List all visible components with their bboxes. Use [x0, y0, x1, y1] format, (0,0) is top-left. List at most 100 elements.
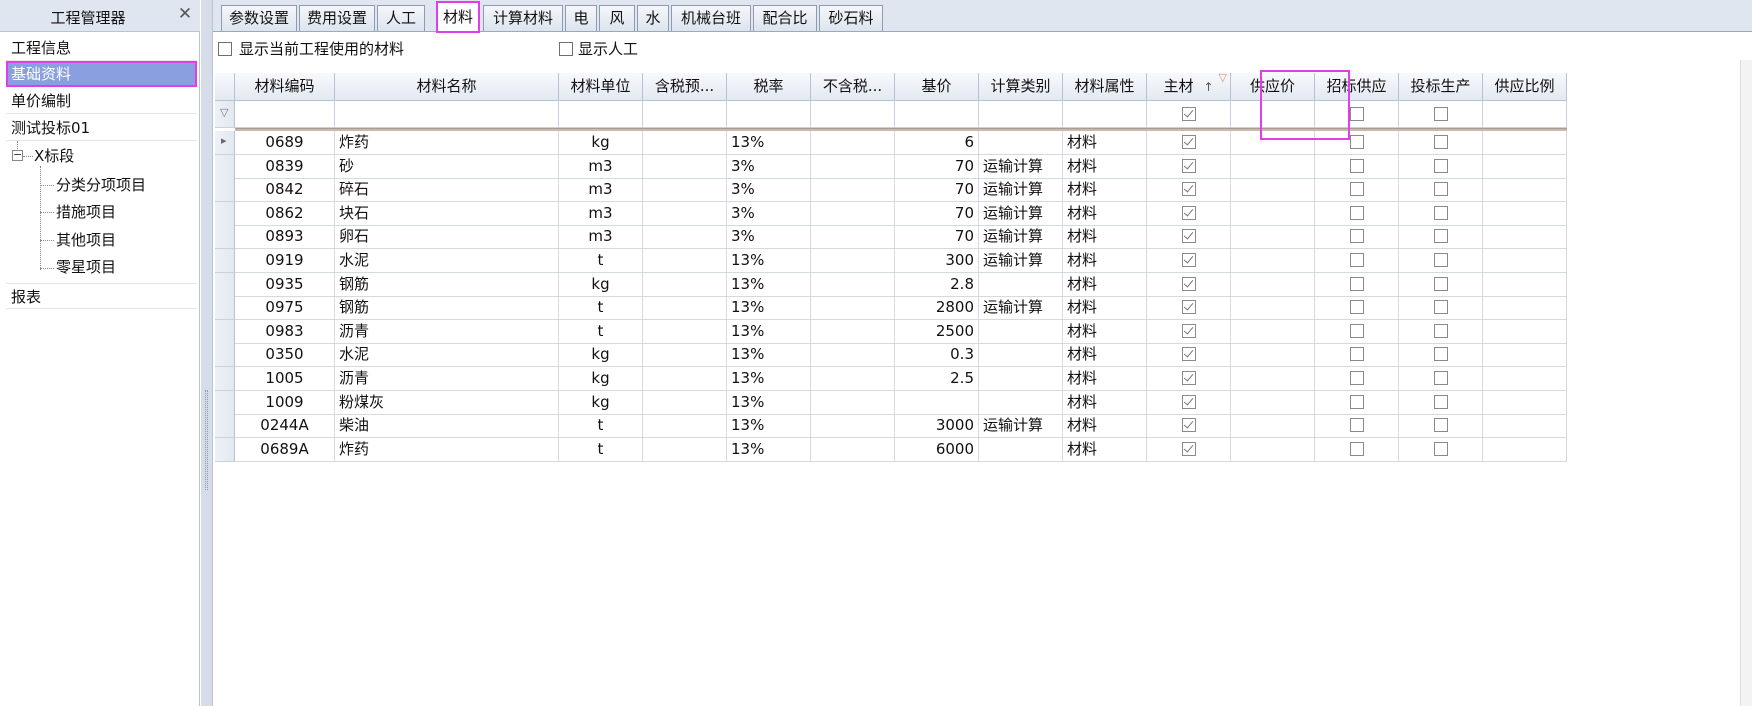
cell-tax-price[interactable]	[643, 178, 727, 202]
cell-ratio[interactable]	[1483, 320, 1567, 344]
cell-calc-type[interactable]: 运输计算	[979, 249, 1063, 273]
cell-base-price[interactable]: 2.5	[895, 367, 979, 391]
cell-no-tax[interactable]	[811, 131, 895, 155]
cell-name[interactable]: 沥青	[335, 320, 559, 344]
cell-supply-price[interactable]	[1231, 414, 1315, 438]
filter-checkbox[interactable]	[1182, 107, 1196, 121]
tree-node-sub-items[interactable]: 分类分项项目	[56, 172, 146, 198]
cell-base-price[interactable]: 70	[895, 155, 979, 179]
bid-production-checkbox[interactable]	[1434, 206, 1448, 220]
main-material-checkbox[interactable]	[1182, 253, 1196, 267]
cell-ratio[interactable]	[1483, 131, 1567, 155]
cell-supply-price[interactable]	[1231, 296, 1315, 320]
cell-base-price[interactable]: 70	[895, 225, 979, 249]
main-material-checkbox[interactable]	[1182, 395, 1196, 409]
filter-cell-tender-supply[interactable]	[1315, 101, 1399, 128]
tab-electricity[interactable]: 电	[565, 5, 597, 31]
cell-unit[interactable]: t	[559, 320, 643, 344]
cell-unit[interactable]: m3	[559, 155, 643, 179]
cell-attr[interactable]: 材料	[1063, 131, 1147, 155]
cell-unit[interactable]: kg	[559, 131, 643, 155]
cell-tax-rate[interactable]: 13%	[727, 438, 811, 462]
cell-base-price[interactable]: 3000	[895, 414, 979, 438]
nav-item-report[interactable]: 报表	[6, 283, 197, 309]
cell-code[interactable]: 0862	[235, 202, 335, 226]
cell-unit[interactable]: kg	[559, 273, 643, 297]
cell-code[interactable]: 0244A	[235, 414, 335, 438]
cell-base-price[interactable]	[895, 391, 979, 415]
cell-unit[interactable]: kg	[559, 343, 643, 367]
cell-no-tax[interactable]	[811, 273, 895, 297]
nav-item-base-data[interactable]: 基础资料	[6, 61, 197, 87]
filter-cell-base-price[interactable]	[895, 101, 979, 128]
tender-supply-checkbox[interactable]	[1350, 395, 1364, 409]
cell-ratio[interactable]	[1483, 367, 1567, 391]
tab-sand-gravel[interactable]: 砂石料	[819, 5, 883, 31]
cell-unit[interactable]: t	[559, 438, 643, 462]
cell-no-tax[interactable]	[811, 343, 895, 367]
cell-tax-rate[interactable]: 3%	[727, 225, 811, 249]
cell-no-tax[interactable]	[811, 155, 895, 179]
tree-node-misc[interactable]: 零星项目	[56, 254, 116, 280]
cell-no-tax[interactable]	[811, 438, 895, 462]
cell-supply-price[interactable]	[1231, 391, 1315, 415]
bid-production-checkbox[interactable]	[1434, 347, 1448, 361]
splitter-grip[interactable]	[205, 390, 208, 490]
cell-attr[interactable]: 材料	[1063, 249, 1147, 273]
cell-tax-price[interactable]	[643, 225, 727, 249]
cell-calc-type[interactable]: 运输计算	[979, 178, 1063, 202]
collapse-icon[interactable]: −	[12, 149, 23, 161]
tab-mix-ratio[interactable]: 配合比	[753, 5, 817, 31]
show-current-materials-checkbox[interactable]	[218, 42, 232, 56]
tender-supply-checkbox[interactable]	[1350, 206, 1364, 220]
cell-calc-type[interactable]	[979, 273, 1063, 297]
tender-supply-checkbox[interactable]	[1350, 300, 1364, 314]
cell-base-price[interactable]: 2800	[895, 296, 979, 320]
column-header-supply-price[interactable]: 供应价	[1231, 73, 1315, 101]
tender-supply-checkbox[interactable]	[1350, 277, 1364, 291]
cell-attr[interactable]: 材料	[1063, 438, 1147, 462]
cell-name[interactable]: 砂	[335, 155, 559, 179]
cell-ratio[interactable]	[1483, 273, 1567, 297]
cell-calc-type[interactable]: 运输计算	[979, 155, 1063, 179]
column-header-base-price[interactable]: 基价	[895, 73, 979, 101]
tab-water[interactable]: 水	[637, 5, 669, 31]
cell-code[interactable]: 0689	[235, 131, 335, 155]
cell-calc-type[interactable]	[979, 131, 1063, 155]
nav-item-project-info[interactable]: 工程信息	[6, 35, 197, 61]
cell-no-tax[interactable]	[811, 320, 895, 344]
bid-production-checkbox[interactable]	[1434, 300, 1448, 314]
cell-name[interactable]: 钢筋	[335, 296, 559, 320]
nav-item-test-bid[interactable]: 测试投标01	[6, 115, 197, 141]
cell-tax-rate[interactable]: 3%	[727, 155, 811, 179]
main-material-checkbox[interactable]	[1182, 300, 1196, 314]
cell-tax-price[interactable]	[643, 296, 727, 320]
cell-tax-price[interactable]	[643, 391, 727, 415]
column-header-unit[interactable]: 材料单位	[559, 73, 643, 101]
cell-base-price[interactable]: 2500	[895, 320, 979, 344]
cell-tax-price[interactable]	[643, 273, 727, 297]
cell-supply-price[interactable]	[1231, 273, 1315, 297]
cell-ratio[interactable]	[1483, 414, 1567, 438]
cell-calc-type[interactable]: 运输计算	[979, 225, 1063, 249]
bid-production-checkbox[interactable]	[1434, 135, 1448, 149]
tab-calc-material[interactable]: 计算材料	[483, 5, 563, 31]
cell-base-price[interactable]: 70	[895, 178, 979, 202]
cell-code[interactable]: 0935	[235, 273, 335, 297]
main-material-checkbox[interactable]	[1182, 182, 1196, 196]
cell-attr[interactable]: 材料	[1063, 391, 1147, 415]
cell-unit[interactable]: m3	[559, 178, 643, 202]
cell-attr[interactable]: 材料	[1063, 273, 1147, 297]
cell-code[interactable]: 0975	[235, 296, 335, 320]
cell-ratio[interactable]	[1483, 202, 1567, 226]
cell-supply-price[interactable]	[1231, 155, 1315, 179]
filter-cell-tax-price[interactable]	[643, 101, 727, 128]
cell-tax-price[interactable]	[643, 414, 727, 438]
bid-production-checkbox[interactable]	[1434, 418, 1448, 432]
tender-supply-checkbox[interactable]	[1350, 418, 1364, 432]
cell-supply-price[interactable]	[1231, 320, 1315, 344]
cell-calc-type[interactable]	[979, 391, 1063, 415]
filter-cell-main-material[interactable]	[1147, 101, 1231, 128]
cell-no-tax[interactable]	[811, 202, 895, 226]
show-labor-checkbox[interactable]	[559, 42, 573, 56]
